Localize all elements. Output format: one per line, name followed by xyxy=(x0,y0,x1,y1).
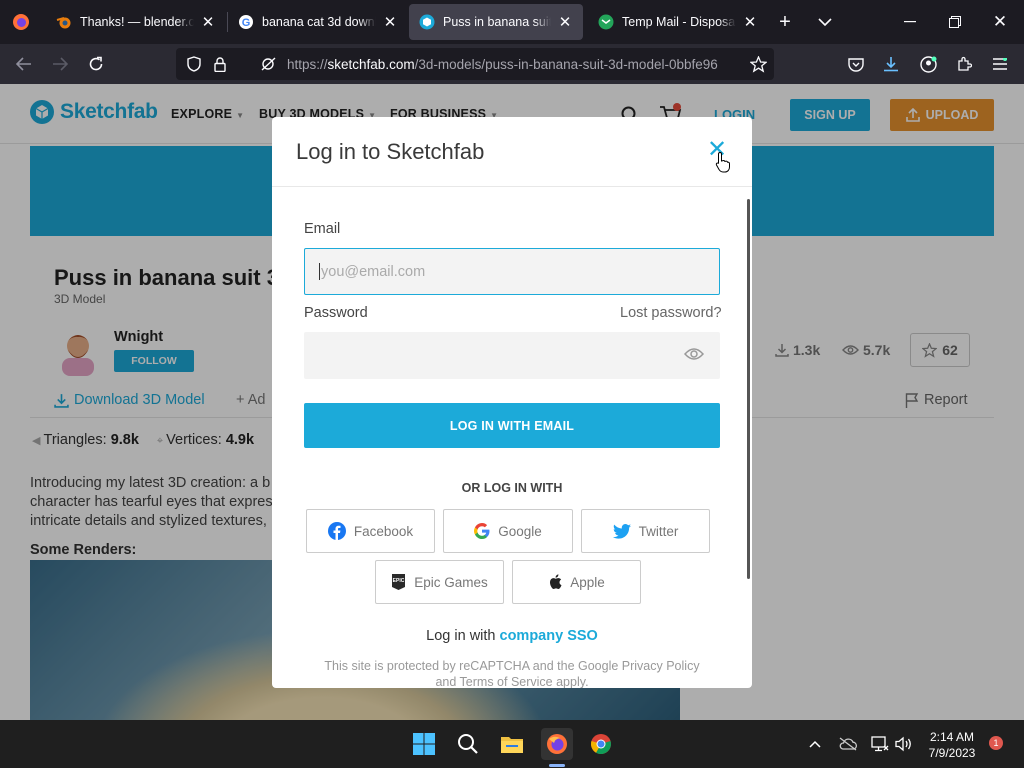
file-explorer-icon[interactable] xyxy=(496,728,528,760)
web-page: Sketchfab EXPLORE ▼ BUY 3D MODELS ▼ FOR BU… xyxy=(0,84,1024,720)
blender-icon xyxy=(56,17,71,29)
password-field[interactable] xyxy=(304,332,720,379)
reload-icon[interactable] xyxy=(86,54,106,74)
login-with-email-button[interactable]: LOG IN WITH EMAIL xyxy=(304,403,720,448)
close-tab-icon[interactable]: ✕ xyxy=(742,13,758,31)
google-icon xyxy=(474,523,490,539)
browser-tab-bar: Thanks! — blender.org ✕ G banana cat 3d … xyxy=(0,0,1024,44)
tab-title: banana cat 3d downlo xyxy=(262,15,376,29)
twitter-icon xyxy=(612,523,631,539)
recaptcha-notice: This site is protected by reCAPTCHA and … xyxy=(324,659,700,688)
active-app-indicator xyxy=(549,764,565,767)
browser-nav-bar: https://sketchfab.com/3d-models/puss-in-… xyxy=(0,44,1024,84)
chrome-taskbar-icon[interactable] xyxy=(585,728,617,760)
facebook-login-button[interactable]: Facebook xyxy=(306,509,435,553)
url-text[interactable]: https://sketchfab.com/3d-models/puss-in-… xyxy=(287,57,737,72)
or-login-with-label: OR LOG IN WITH xyxy=(461,481,563,495)
tab-sketchfab[interactable]: Puss in banana suit 3D ✕ xyxy=(409,4,583,40)
apple-login-button[interactable]: Apple xyxy=(512,560,641,604)
show-password-icon[interactable] xyxy=(684,347,704,361)
email-placeholder: you@email.com xyxy=(321,263,426,280)
firefox-menu-icon[interactable] xyxy=(0,0,42,44)
lost-password-link[interactable]: Lost password? xyxy=(620,305,722,321)
temp-mail-icon xyxy=(598,14,614,30)
tab-title: Thanks! — blender.org xyxy=(80,15,194,29)
notification-badge[interactable]: 1 xyxy=(989,736,1003,750)
lock-icon[interactable] xyxy=(212,56,228,72)
start-menu-icon[interactable] xyxy=(408,728,440,760)
network-icon[interactable] xyxy=(870,735,890,753)
epic-games-login-button[interactable]: EPIC Epic Games xyxy=(375,560,504,604)
minimize-icon[interactable] xyxy=(900,12,920,32)
modal-scrollbar[interactable] xyxy=(747,199,750,579)
google-login-button[interactable]: Google xyxy=(443,509,573,553)
extensions-icon[interactable] xyxy=(954,54,974,74)
bookmark-star-icon[interactable] xyxy=(749,55,767,73)
new-tab-icon[interactable]: + xyxy=(775,11,795,33)
tab-google-search[interactable]: G banana cat 3d downlo ✕ xyxy=(228,4,408,40)
google-icon: G xyxy=(239,15,253,29)
tab-temp-mail[interactable]: Temp Mail - Disposable ✕ xyxy=(588,4,768,40)
epic-games-icon: EPIC xyxy=(392,574,406,590)
modal-header: Log in to Sketchfab ✕ xyxy=(272,117,752,187)
svg-text:G: G xyxy=(242,17,251,29)
show-hidden-icons-chevron-icon[interactable] xyxy=(806,736,824,752)
volume-icon[interactable] xyxy=(894,735,914,753)
url-bar[interactable]: https://sketchfab.com/3d-models/puss-in-… xyxy=(176,48,774,80)
taskbar-search-icon[interactable] xyxy=(452,728,484,760)
back-icon[interactable] xyxy=(14,54,34,74)
facebook-icon xyxy=(327,522,346,540)
onedrive-offline-icon[interactable] xyxy=(838,736,858,752)
permissions-icon[interactable] xyxy=(260,56,278,72)
close-tab-icon[interactable]: ✕ xyxy=(200,13,216,31)
firefox-taskbar-icon[interactable] xyxy=(541,728,573,760)
svg-text:EPIC: EPIC xyxy=(393,578,405,584)
windows-taskbar: 2:14 AM 7/9/2023 1 xyxy=(0,720,1024,768)
email-field[interactable]: you@email.com xyxy=(304,248,720,295)
restore-icon[interactable] xyxy=(945,12,965,32)
close-tab-icon[interactable]: ✕ xyxy=(382,13,398,31)
text-caret xyxy=(319,263,320,280)
account-icon[interactable] xyxy=(918,54,938,74)
company-sso-line: Log in with company SSO xyxy=(426,628,598,644)
modal-title: Log in to Sketchfab xyxy=(296,139,485,164)
mouse-cursor-icon xyxy=(715,151,730,173)
tab-blender[interactable]: Thanks! — blender.org ✕ xyxy=(46,4,226,40)
password-label: Password xyxy=(304,305,368,321)
list-all-tabs-icon[interactable] xyxy=(815,12,835,32)
clock-date: 7/9/2023 xyxy=(928,746,976,760)
twitter-login-button[interactable]: Twitter xyxy=(581,509,710,553)
downloads-icon[interactable] xyxy=(881,54,901,74)
forward-icon[interactable] xyxy=(50,54,70,74)
tab-title: Temp Mail - Disposable xyxy=(622,15,736,29)
close-tab-icon[interactable]: ✕ xyxy=(557,13,573,31)
app-menu-icon[interactable] xyxy=(990,54,1010,74)
system-clock[interactable]: 2:14 AM 7/9/2023 xyxy=(920,729,984,761)
tracking-shield-icon[interactable] xyxy=(186,56,202,72)
close-window-icon[interactable]: ✕ xyxy=(990,12,1010,32)
sketchfab-icon xyxy=(419,14,435,30)
login-modal: Log in to Sketchfab ✕ Email you@email.co… xyxy=(272,117,752,688)
apple-icon xyxy=(550,574,562,589)
clock-time: 2:14 AM xyxy=(929,730,975,744)
company-sso-link[interactable]: company SSO xyxy=(500,628,598,644)
pocket-icon[interactable] xyxy=(846,54,866,74)
email-label: Email xyxy=(304,221,341,237)
tab-title: Puss in banana suit 3D xyxy=(443,15,551,29)
